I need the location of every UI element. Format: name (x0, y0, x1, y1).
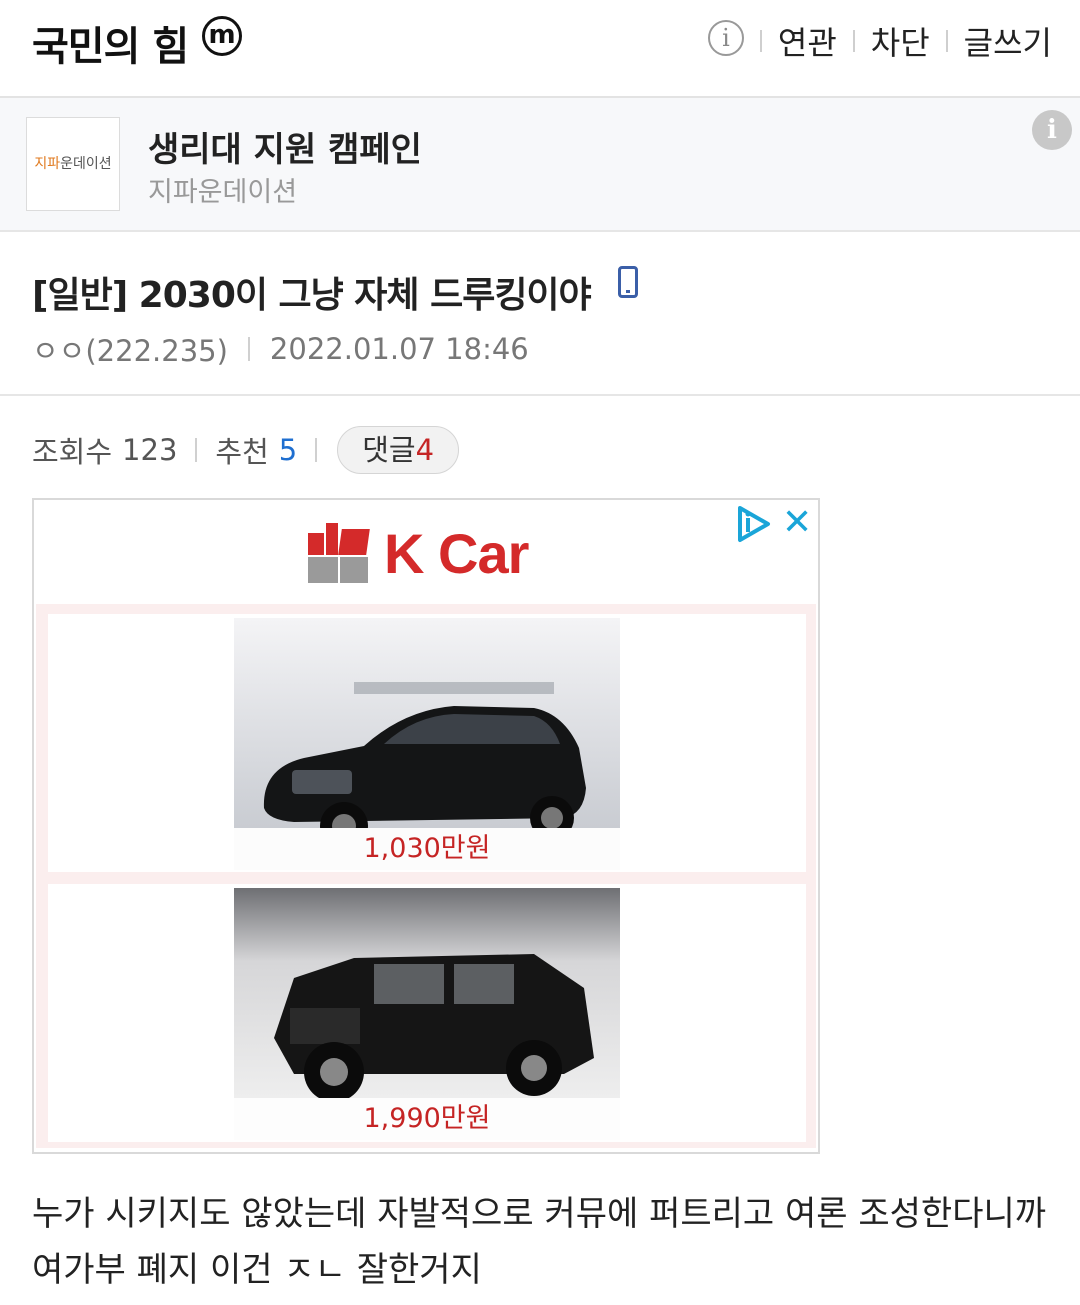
related-button[interactable]: 연관 (778, 18, 837, 64)
post-title: [일반] 2030이 그냥 자체 드루킹이야 (32, 275, 592, 316)
post-stats: 조회수 123 추천 5 댓글4 (32, 426, 460, 474)
comments-count: 4 (415, 433, 435, 467)
top-menu: 연관 차단 글쓰기 (744, 18, 1052, 64)
post-meta: ㅇㅇ(222.235) 2022.01.07 18:46 (32, 328, 529, 370)
recommend-count: 5 (278, 433, 298, 467)
kcar-logo-mark (308, 523, 370, 583)
campaign-logo-highlight: 지파 (34, 156, 61, 172)
block-button[interactable]: 차단 (871, 18, 930, 64)
top-bar: 국민의 힘 m i 연관 차단 글쓰기 (0, 0, 1080, 98)
ad-listing-card[interactable]: 1,990만원 (48, 884, 806, 1142)
minor-badge-letter: m (208, 20, 236, 50)
ad-listing-panel: 1,030만원 1,990만원 (36, 604, 816, 1148)
ad-close-icon[interactable]: ✕ (782, 502, 812, 543)
listing-price: 1,990만원 (234, 1098, 620, 1140)
menu-divider (945, 30, 948, 52)
listing-price: 1,030만원 (234, 828, 620, 870)
post-author[interactable]: ㅇㅇ(222.235) (32, 328, 228, 370)
campaign-banner[interactable]: 지파운데이션 생리대 지원 캠페인 지파운데이션 i (0, 98, 1080, 232)
comments-button[interactable]: 댓글4 (337, 426, 460, 474)
car-photo-sedan: 1,030만원 (234, 618, 620, 870)
car-photo-jeep: 1,990만원 (234, 888, 620, 1140)
campaign-logo-rest: 운데이션 (60, 156, 112, 172)
views-count: 123 (122, 433, 178, 467)
minor-gallery-badge: m (202, 16, 242, 56)
ad-info-icon[interactable]: i (1032, 110, 1072, 150)
stats-divider (315, 438, 318, 462)
meta-divider (247, 337, 250, 361)
stats-divider (195, 438, 198, 462)
campaign-subtitle: 지파운데이션 (148, 177, 298, 208)
gallery-title[interactable]: 국민의 힘 (32, 14, 189, 72)
ad-listing-card[interactable]: 1,030만원 (48, 614, 806, 872)
menu-divider (759, 30, 762, 52)
info-icon[interactable]: i (708, 20, 744, 56)
kcar-brand-text: K Car (384, 521, 529, 585)
write-button[interactable]: 글쓰기 (964, 18, 1052, 64)
campaign-title[interactable]: 생리대 지원 캠페인 (148, 122, 422, 171)
campaign-logo: 지파운데이션 (26, 117, 120, 211)
recommend-label: 추천 (215, 435, 269, 469)
post-date: 2022.01.07 18:46 (269, 332, 529, 366)
views-label: 조회수 (32, 435, 113, 469)
kcar-logo: K Car (308, 520, 529, 586)
menu-divider (852, 30, 855, 52)
post-header: [일반] 2030이 그냥 자체 드루킹이야 ㅇㅇ(222.235) 2022.… (0, 232, 1080, 396)
mobile-post-icon (618, 266, 638, 298)
kcar-ad[interactable]: K Car ✕ 1,030만원 1,990만원 (32, 498, 820, 1154)
post-body: 누가 시키지도 않았는데 자발적으로 커뮤에 퍼트리고 여론 조성한다니까 여가… (32, 1194, 1047, 1290)
adchoices-icon[interactable] (734, 504, 774, 544)
comments-label: 댓글 (362, 433, 416, 467)
